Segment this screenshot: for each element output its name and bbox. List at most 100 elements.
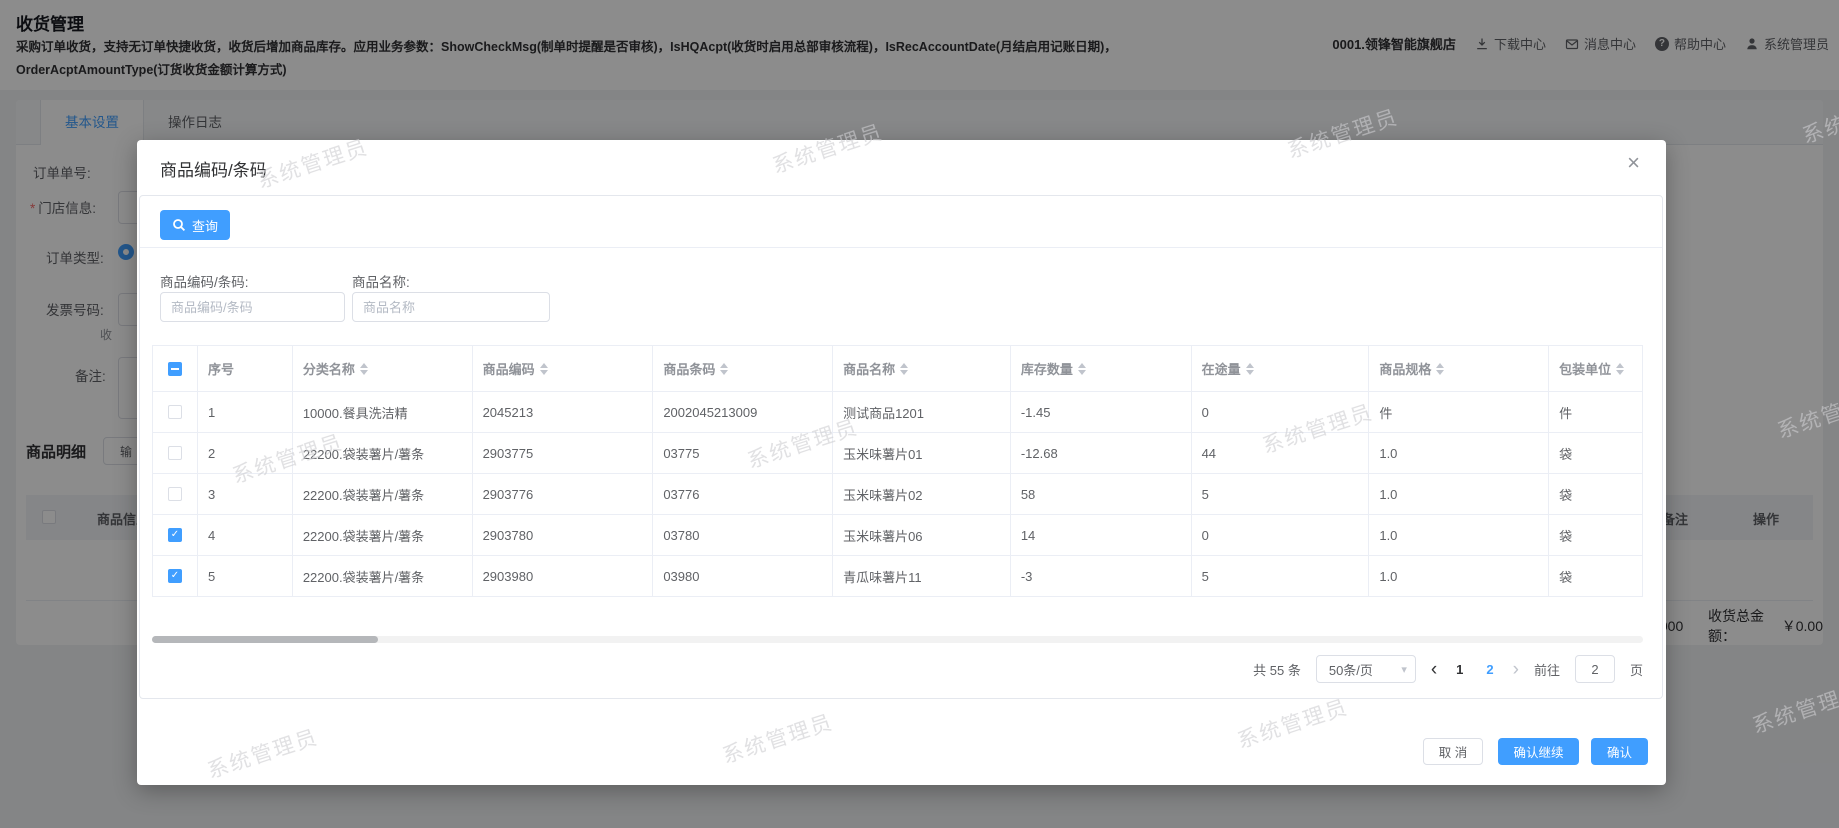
horizontal-scrollbar-thumb[interactable] <box>152 636 378 643</box>
column-header[interactable]: 库存数量 <box>1011 346 1192 391</box>
sort-icon[interactable] <box>359 362 368 375</box>
table-cell: 4 <box>198 515 293 555</box>
column-header[interactable]: 商品条码 <box>653 346 834 391</box>
table-cell: 玉米味薯片02 <box>833 474 1011 514</box>
table-cell: 测试商品1201 <box>833 392 1011 432</box>
column-header[interactable]: 分类名称 <box>293 346 473 391</box>
table-row[interactable]: 522200.袋装薯片/薯条290398003980青瓜味薯片11-351.0袋 <box>153 555 1642 596</box>
table-cell: 玉米味薯片01 <box>833 433 1011 473</box>
table-cell: 2 <box>198 433 293 473</box>
column-header[interactable]: 商品规格 <box>1369 346 1550 391</box>
sort-icon[interactable] <box>539 362 548 375</box>
product-table-header-row: 序号 分类名称 商品编码 商品条码 商品名称 库存数量 在途量 商品规格 包装单位 <box>153 346 1642 391</box>
table-cell: 袋 <box>1559 487 1573 503</box>
header-checkbox-cell <box>153 346 198 391</box>
column-header-label: 包装单位 <box>1559 362 1612 377</box>
table-cell: 22200.袋装薯片/薯条 <box>293 556 473 596</box>
goto-page-input[interactable] <box>1574 655 1615 683</box>
prev-page-button[interactable]: ‹ <box>1431 660 1437 679</box>
table-cell: 袋 <box>1559 569 1573 585</box>
table-row[interactable]: 1 10000.餐具洗洁精 2045213 2002045213009 测试商品1201… <box>153 391 1642 432</box>
table-cell: 5 <box>1192 474 1370 514</box>
table-cell: 5 <box>1192 556 1370 596</box>
table-cell: 58 <box>1011 474 1192 514</box>
table-cell: 玉米味薯片06 <box>833 515 1011 555</box>
table-cell: 2903775 <box>473 433 654 473</box>
table-cell: 14 <box>1011 515 1192 555</box>
table-cell: 1.0 <box>1369 474 1550 514</box>
table-cell: 3 <box>198 474 293 514</box>
sort-icon[interactable] <box>1245 362 1254 375</box>
table-cell: 1 <box>198 392 293 432</box>
table-cell: 件 <box>1559 405 1573 421</box>
sort-icon[interactable] <box>900 362 909 375</box>
table-cell: 44 <box>1192 433 1370 473</box>
page-number-1[interactable]: 1 <box>1452 662 1467 677</box>
table-cell: 03780 <box>653 515 834 555</box>
row-checkbox-cell <box>153 474 198 514</box>
sort-icon[interactable] <box>1616 362 1625 375</box>
column-header-label: 商品条码 <box>663 362 716 377</box>
row-checkbox[interactable] <box>167 569 182 583</box>
goto-label: 前往 <box>1533 662 1560 678</box>
product-table: 序号 分类名称 商品编码 商品条码 商品名称 库存数量 在途量 商品规格 包装单位 1 10000… <box>152 345 1643 597</box>
page: 收货管理 采购订单收货，支持无订单快捷收货，收货后增加商品库存。应用业务参数：S… <box>0 0 1839 828</box>
column-header-label: 序号 <box>207 362 234 377</box>
table-cell: 10000.餐具洗洁精 <box>293 392 473 432</box>
horizontal-scrollbar-track[interactable] <box>152 636 1643 643</box>
row-checkbox[interactable] <box>167 528 182 542</box>
pagination-total: 共 55 条 <box>1253 662 1301 678</box>
next-page-button[interactable]: › <box>1513 660 1519 679</box>
table-cell: 青瓜味薯片11 <box>833 556 1011 596</box>
sort-icon[interactable] <box>720 362 729 375</box>
column-header-label: 分类名称 <box>302 362 355 377</box>
column-header-label: 库存数量 <box>1020 362 1073 377</box>
table-cell: 2903980 <box>473 556 654 596</box>
column-header-label: 在途量 <box>1201 362 1241 377</box>
table-cell: 1.0 <box>1369 556 1550 596</box>
filter-name-input[interactable] <box>352 292 550 322</box>
sort-icon[interactable] <box>1077 362 1086 375</box>
sort-icon[interactable] <box>1436 362 1445 375</box>
table-cell: 22200.袋装薯片/薯条 <box>293 433 473 473</box>
page-number-2[interactable]: 2 <box>1482 662 1497 677</box>
pagination: 共 55 条 50条/页 ▾ ‹ 1 2 › 前往 页 <box>1253 654 1643 684</box>
filter-code-input[interactable] <box>160 292 345 322</box>
column-header[interactable]: 商品编码 <box>473 346 654 391</box>
table-cell: 5 <box>198 556 293 596</box>
table-row[interactable]: 422200.袋装薯片/薯条290378003780玉米味薯片061401.0 袋 <box>153 514 1642 555</box>
table-cell: -1.45 <box>1011 392 1192 432</box>
column-header[interactable]: 包装单位 <box>1549 346 1642 391</box>
confirm-continue-button[interactable]: 确认继续 <box>1498 738 1579 765</box>
row-checkbox[interactable] <box>167 487 182 501</box>
page-size-value: 50条/页 <box>1328 662 1373 678</box>
confirm-button[interactable]: 确认 <box>1591 738 1648 765</box>
table-row[interactable]: 2 22200.袋装薯片/薯条 2903775 03775 玉米味薯片01 -12.68 4… <box>153 432 1642 473</box>
column-header[interactable]: 商品名称 <box>833 346 1011 391</box>
table-cell: 0 <box>1192 392 1370 432</box>
column-header[interactable]: 序号 <box>198 346 293 391</box>
page-size-select[interactable]: 50条/页 ▾ <box>1315 655 1416 683</box>
close-icon[interactable]: × <box>1627 152 1640 174</box>
select-all-checkbox[interactable] <box>167 361 182 376</box>
row-checkbox-cell <box>153 392 198 432</box>
row-checkbox-cell <box>153 556 198 596</box>
table-cell: 袋 <box>1559 528 1573 544</box>
table-cell: 2903776 <box>473 474 654 514</box>
table-row[interactable]: 3 22200.袋装薯片/薯条 2903776 03776 玉米味薯片02 58 5 1.0 袋 <box>153 473 1642 514</box>
filter-code-label: 商品编码/条码: <box>160 275 249 290</box>
table-cell: 2045213 <box>473 392 654 432</box>
cancel-button[interactable]: 取 消 <box>1423 738 1483 765</box>
row-checkbox-cell <box>153 433 198 473</box>
row-checkbox-cell <box>153 515 198 555</box>
column-header[interactable]: 在途量 <box>1192 346 1370 391</box>
table-cell: 2002045213009 <box>653 392 834 432</box>
row-checkbox[interactable] <box>167 405 182 419</box>
row-checkbox[interactable] <box>167 446 182 460</box>
table-cell: 22200.袋装薯片/薯条 <box>293 474 473 514</box>
search-button[interactable]: 查询 <box>160 210 230 240</box>
table-cell: 2903780 <box>473 515 654 555</box>
product-table-body: 1 10000.餐具洗洁精 2045213 2002045213009 测试商品1201… <box>153 391 1642 596</box>
chevron-down-icon: ▾ <box>1401 663 1407 676</box>
table-cell: 03776 <box>653 474 834 514</box>
